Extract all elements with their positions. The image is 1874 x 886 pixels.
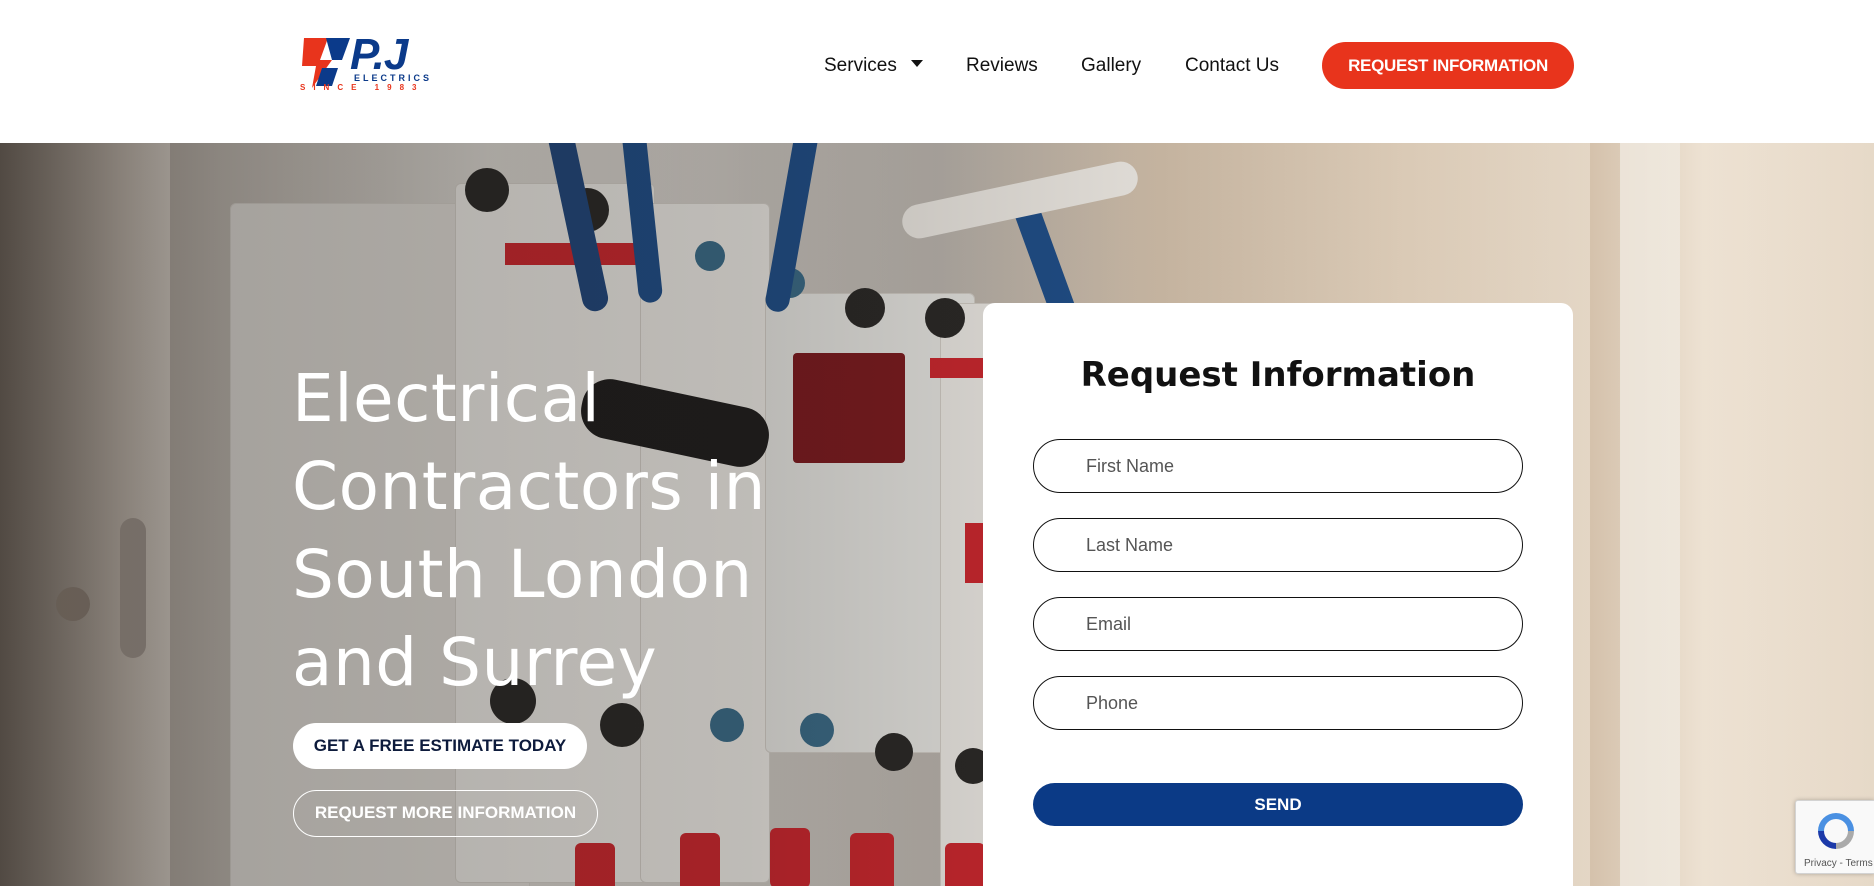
recaptcha-badge[interactable]: Privacy - Terms	[1795, 800, 1874, 874]
logo-since: SINCE 1983	[300, 83, 425, 92]
caret-down-icon	[910, 60, 923, 68]
request-information-button[interactable]: REQUEST INFORMATION	[1322, 42, 1574, 89]
email-field[interactable]	[1033, 597, 1523, 651]
nav-label-services: Services	[824, 55, 897, 76]
free-estimate-button[interactable]: GET A FREE ESTIMATE TODAY	[293, 723, 587, 769]
request-more-info-button[interactable]: REQUEST MORE INFORMATION	[293, 790, 598, 837]
nav-item-services[interactable]: Services	[824, 52, 923, 80]
hero-background-image	[0, 143, 1874, 886]
first-name-field[interactable]	[1033, 439, 1523, 493]
phone-field[interactable]	[1033, 676, 1523, 730]
nav-item-contact-us[interactable]: Contact Us	[1185, 52, 1279, 80]
nav-item-reviews[interactable]: Reviews	[966, 52, 1038, 80]
last-name-field[interactable]	[1033, 518, 1523, 572]
hero-section: Electrical Contractors in South London a…	[0, 143, 1874, 886]
hero-title: Electrical Contractors in South London a…	[292, 360, 766, 701]
request-information-form: Request Information SEND	[983, 303, 1573, 886]
form-title: Request Information	[1080, 355, 1476, 395]
logo-subtitle: ELECTRICS	[354, 73, 433, 83]
recaptcha-icon	[1818, 813, 1854, 849]
pj-electrics-logo[interactable]: P.J ELECTRICS SINCE 1983	[298, 30, 450, 94]
nav-item-gallery[interactable]: Gallery	[1081, 52, 1141, 80]
lightning-bolt-icon	[302, 38, 350, 88]
site-header: P.J ELECTRICS SINCE 1983 Services Review…	[0, 0, 1874, 143]
recaptcha-privacy-terms[interactable]: Privacy - Terms	[1804, 858, 1873, 869]
send-button[interactable]: SEND	[1033, 783, 1523, 826]
